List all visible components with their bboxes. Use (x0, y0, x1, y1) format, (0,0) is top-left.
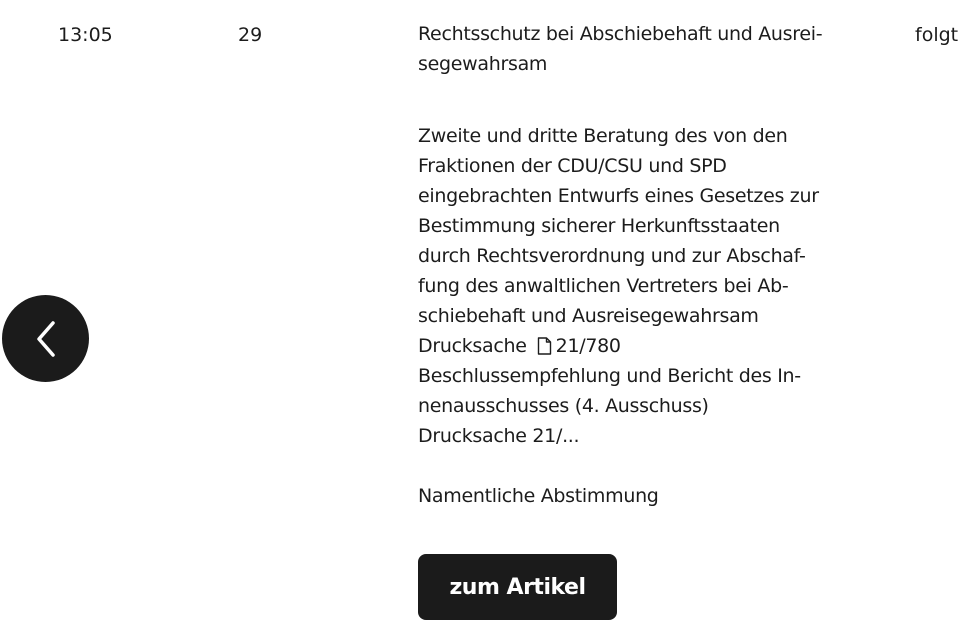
agenda-title-line: Rechtsschutz bei Abschiebehaft und Ausre… (418, 23, 823, 45)
previous-button[interactable] (2, 295, 89, 382)
recommendation-line: Beschlussempfehlung und Bericht des In- (418, 365, 801, 387)
recommendation-line: Drucksache 21/... (418, 425, 580, 447)
agenda-status: folgt (915, 24, 959, 46)
drucksache-line: Drucksache 21/780 (418, 331, 818, 361)
agenda-time: 13:05 (58, 24, 113, 46)
description-line: Zweite und dritte Beratung des von den (418, 125, 788, 147)
document-icon (537, 337, 551, 355)
agenda-title: Rechtsschutz bei Abschiebehaft und Ausre… (418, 19, 823, 79)
to-article-button[interactable]: zum Artikel (418, 554, 617, 620)
recommendation-line: nenausschusses (4. Ausschuss) (418, 395, 709, 417)
description-line: Fraktionen der CDU/CSU und SPD (418, 155, 727, 177)
chevron-left-icon (36, 320, 55, 357)
description-line: durch Rechtsverordnung und zur Abschaf- (418, 245, 806, 267)
agenda-row: 13:05 29 folgt Rechtsschutz bei Abschieb… (0, 0, 964, 640)
description-line: schiebehaft und Ausreisegewahrsam (418, 305, 759, 327)
vote-note: Namentliche Abstimmung (418, 485, 659, 507)
description-line: Bestimmung sicherer Herkunftsstaaten (418, 215, 780, 237)
drucksache-label: Drucksache (418, 335, 527, 357)
agenda-top-number: 29 (238, 24, 263, 46)
description-line: fung des anwaltlichen Vertreters bei Ab- (418, 275, 789, 297)
description-line: eingebrachten Entwurfs eines Gesetzes zu… (418, 185, 819, 207)
agenda-content: Rechtsschutz bei Abschiebehaft und Ausre… (418, 19, 823, 511)
drucksache-link[interactable]: 21/780 (556, 335, 621, 357)
agenda-description: Zweite und dritte Beratung des von den F… (418, 121, 819, 451)
agenda-title-line: segewahrsam (418, 53, 548, 75)
